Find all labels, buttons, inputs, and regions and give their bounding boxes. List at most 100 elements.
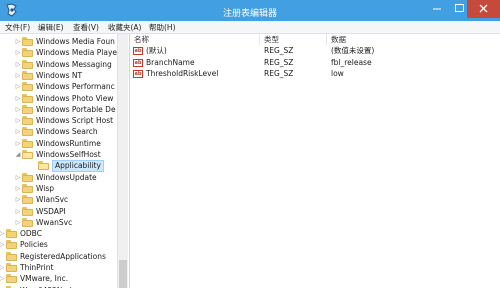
value-row[interactable]: ab ThresholdRiskLevel REG_SZ low (131, 68, 500, 80)
folder-icon (22, 48, 33, 58)
tree-item[interactable]: ▷ Windows Media Playe (0, 47, 129, 59)
tree-expand-icon[interactable]: ▷ (14, 194, 22, 206)
folder-icon (22, 206, 33, 216)
folder-icon (22, 93, 33, 103)
tree-expand-icon[interactable]: ▷ (14, 172, 22, 184)
tree-expand-icon[interactable]: ▷ (14, 59, 22, 71)
tree-item-label: Windows Script Host (36, 116, 114, 126)
tree-item[interactable]: ▷ WSDAPI (0, 206, 129, 218)
tree-item-label: VMware, Inc. (20, 274, 69, 284)
tree-item[interactable]: ▷ WwanSvc (0, 217, 129, 229)
column-header-type[interactable]: 类型 (264, 34, 279, 45)
folder-icon (22, 183, 33, 193)
tree-item[interactable]: ▷ Policies (0, 239, 129, 251)
folder-icon (22, 150, 33, 159)
tree-expand-icon[interactable]: ▷ (14, 115, 22, 127)
tree-expand-icon[interactable]: ▷ (14, 70, 22, 82)
tree-expand-icon[interactable]: ▷ (14, 126, 22, 138)
folder-icon (6, 263, 17, 272)
registry-key-tree[interactable]: ▷ Windows Media Foun ▷ Windows Media Playe ▷… (0, 34, 129, 288)
tree-item[interactable]: ▷ Windows Messaging (0, 59, 129, 71)
tree-item[interactable]: ▷ Windows Photo View (0, 93, 129, 105)
minimize-button[interactable] (426, 0, 448, 18)
tree-item[interactable]: Applicability (0, 160, 129, 173)
tree-expand-icon[interactable]: ▷ (14, 47, 22, 59)
folder-icon (6, 274, 17, 284)
folder-icon (6, 251, 17, 261)
menu-view[interactable]: 查看(V) (73, 22, 99, 33)
tree-item-label: Policies (20, 240, 48, 250)
tree-item[interactable]: ▷ WindowsRuntime (0, 138, 129, 150)
folder-icon (22, 59, 33, 69)
tree-item[interactable]: ▷ Windows Portable De (0, 104, 129, 116)
tree-item[interactable]: ▷ ThinPrint (0, 262, 129, 274)
tree-item[interactable]: ▷ WlanSvc (0, 194, 129, 206)
column-divider[interactable] (326, 34, 327, 45)
tree-expand-icon[interactable]: ▷ (14, 104, 22, 116)
value-type: REG_SZ (264, 46, 294, 55)
tree-item[interactable]: ▷ WindowsUpdate (0, 172, 129, 184)
folder-icon (22, 195, 33, 205)
value-row[interactable]: ab (默认) REG_SZ (数值未设置) (131, 45, 500, 57)
menu-help[interactable]: 帮助(H) (149, 22, 176, 33)
string-value-icon: ab (133, 47, 143, 55)
tree-expand-icon[interactable]: ▷ (14, 36, 22, 48)
tree-scrollbar[interactable] (117, 34, 128, 288)
tree-item-label: Applicability (52, 160, 104, 173)
tree-item[interactable]: ▷ ODBC (0, 228, 129, 240)
tree-item-label: Windows Performanc (36, 82, 115, 92)
tree-expand-icon[interactable]: ▷ (14, 93, 22, 105)
tree-item-label: ThinPrint (20, 263, 54, 272)
folder-icon (6, 240, 17, 250)
tree-item[interactable]: ▷ Windows NT (0, 70, 129, 82)
folder-icon (22, 70, 33, 80)
tree-expand-icon[interactable]: ▷ (14, 183, 22, 195)
tree-item[interactable]: ◢ WindowsSelfHost (0, 149, 129, 161)
tree-item-label: Windows Portable De (36, 104, 116, 114)
title-bar: 注册表编辑器 (0, 0, 500, 21)
folder-icon (22, 127, 33, 137)
column-header-name[interactable]: 名称 (134, 34, 149, 45)
tree-collapse-icon[interactable]: ◢ (14, 149, 22, 161)
string-value-icon: ab (133, 70, 143, 78)
folder-icon (22, 138, 33, 148)
menu-bar: 文件(F) 编辑(E) 查看(V) 收藏夹(A) 帮助(H) (0, 21, 500, 34)
tree-item-label: WindowsUpdate (36, 172, 97, 182)
tree-item-label: WlanSvc (36, 195, 69, 205)
value-row[interactable]: ab BranchName REG_SZ fbl_release (131, 57, 500, 69)
tree-expand-icon[interactable]: ▷ (14, 217, 22, 229)
column-header-data[interactable]: 数据 (331, 34, 346, 45)
tree-expand-icon[interactable]: ▷ (14, 138, 22, 150)
close-icon (479, 4, 488, 13)
tree-item-label: Wisp (36, 183, 55, 193)
value-data: fbl_release (331, 57, 372, 67)
tree-item-label: WindowsRuntime (36, 138, 101, 148)
editor-content: ▷ Windows Media Foun ▷ Windows Media Playe ▷… (0, 34, 500, 288)
value-type: REG_SZ (264, 69, 294, 78)
value-name: (默认) (146, 46, 167, 55)
tree-item[interactable]: ▷ Windows Media Foun (0, 36, 129, 48)
tree-scrollbar-thumb[interactable] (119, 260, 127, 288)
tree-item[interactable]: ▷ VMware, Inc. (0, 273, 129, 285)
tree-item[interactable]: ▷ Windows Performanc (0, 81, 129, 93)
tree-expand-icon[interactable]: ▷ (14, 206, 22, 218)
column-divider[interactable] (259, 34, 260, 45)
menu-favorites[interactable]: 收藏夹(A) (108, 22, 141, 33)
values-list: 名称 类型 数据 ab (默认) REG_SZ (数值未设置) ab BranchName… (131, 34, 500, 288)
tree-item-label: WwanSvc (36, 217, 73, 227)
tree-item[interactable]: RegisteredApplications (0, 251, 129, 263)
tree-expand-icon[interactable]: ▷ (14, 81, 22, 93)
tree-item[interactable]: ▷ Windows Search (0, 126, 129, 138)
tree-item[interactable]: ▷Wow6432Node (0, 285, 129, 288)
folder-icon (22, 217, 33, 227)
close-button[interactable] (467, 0, 500, 18)
menu-edit[interactable]: 编辑(E) (38, 22, 64, 33)
tree-item-label: Windows Media Foun (36, 37, 115, 46)
tree-item-label: RegisteredApplications (20, 251, 106, 261)
menu-file[interactable]: 文件(F) (5, 22, 30, 33)
tree-item[interactable]: ▷ Windows Script Host (0, 115, 129, 127)
tree-item[interactable]: ▷ Wisp (0, 183, 129, 195)
pane-splitter[interactable] (129, 34, 130, 288)
tree-item-label: Windows Messaging (36, 59, 112, 69)
folder-icon (22, 104, 33, 114)
